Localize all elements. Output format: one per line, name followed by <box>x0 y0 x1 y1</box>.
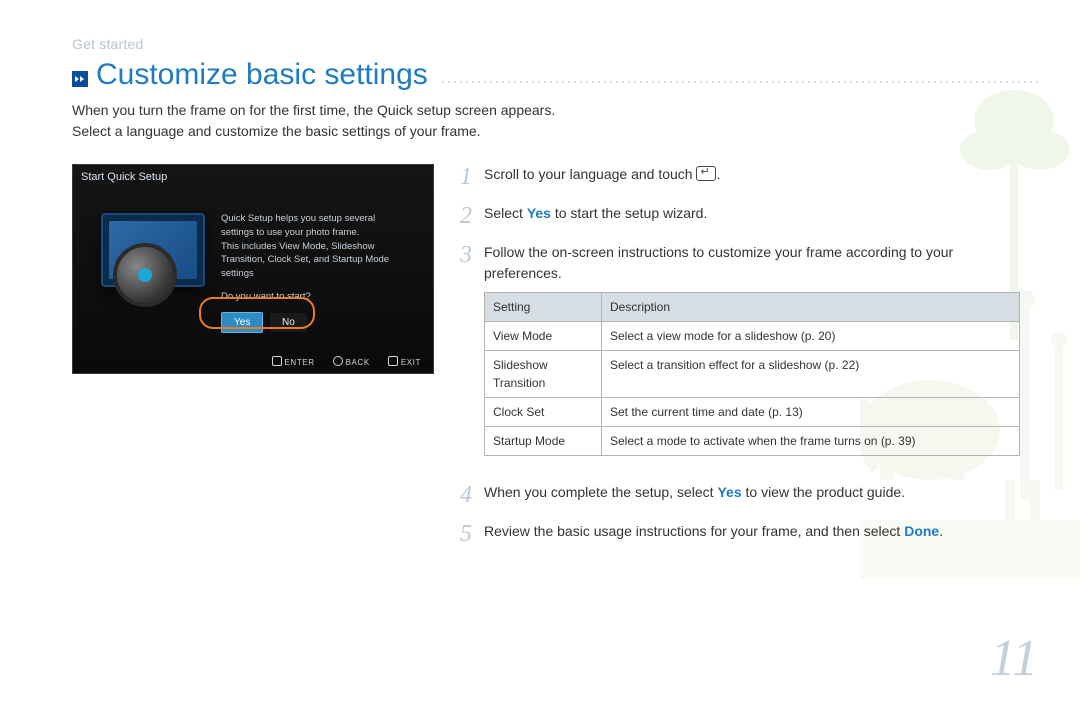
step-4: 4 When you complete the setup, select Ye… <box>460 482 1020 507</box>
intro-line-1: When you turn the frame on for the first… <box>72 102 555 118</box>
step-number: 4 <box>460 482 484 507</box>
yes-option: Yes <box>221 312 263 334</box>
screenshot-line: settings <box>221 268 389 281</box>
screenshot-footer: ENTER BACK EXIT <box>272 356 422 367</box>
step-text-post: . <box>939 523 943 539</box>
step-1: 1 Scroll to your language and touch . <box>460 164 1020 189</box>
table-row: View Mode Select a view mode for a slide… <box>485 322 1020 351</box>
screenshot-prompt: Do you want to start? <box>221 291 389 304</box>
step-3: 3 Follow the on-screen instructions to c… <box>460 242 1020 468</box>
enter-key-icon <box>272 356 282 366</box>
exit-key-icon <box>388 356 398 366</box>
cell-setting: Slideshow Transition <box>485 351 602 398</box>
step-text: Scroll to your language and touch <box>484 166 696 182</box>
step-5: 5 Review the basic usage instructions fo… <box>460 521 1020 546</box>
intro-line-2: Select a language and customize the basi… <box>72 123 481 139</box>
step-number: 1 <box>460 164 484 189</box>
screenshot-illustration <box>97 213 209 301</box>
screenshot-line: Quick Setup helps you setup several <box>221 213 389 226</box>
page-title-row: Customize basic settings <box>72 58 1040 92</box>
table-row: Clock Set Set the current time and date … <box>485 398 1020 427</box>
step-number: 5 <box>460 521 484 546</box>
back-key-icon <box>333 356 343 366</box>
step-text: Follow the on-screen instructions to cus… <box>484 244 953 281</box>
no-option: No <box>270 313 307 333</box>
screenshot-line: Transition, Clock Set, and Startup Mode <box>221 254 389 267</box>
settings-table: Setting Description View Mode Select a v… <box>484 292 1020 456</box>
step-number: 3 <box>460 242 484 468</box>
step-text: Select <box>484 205 527 221</box>
step-text-post: . <box>716 166 720 182</box>
step-text-post: to start the setup wizard. <box>551 205 707 221</box>
header-description: Description <box>602 293 1020 322</box>
steps-list: 1 Scroll to your language and touch . 2 … <box>460 164 1020 560</box>
screenshot-title: Start Quick Setup <box>81 171 167 183</box>
page-number: 11 <box>990 629 1038 688</box>
quick-setup-screenshot: Start Quick Setup Quick Setup helps you … <box>72 164 434 374</box>
step-number: 2 <box>460 203 484 228</box>
cell-setting: Clock Set <box>485 398 602 427</box>
section-bullet-icon <box>72 71 88 87</box>
footer-exit-label: EXIT <box>401 358 421 367</box>
yes-keyword: Yes <box>717 484 741 500</box>
step-text: When you complete the setup, select <box>484 484 717 500</box>
breadcrumb: Get started <box>72 36 1040 52</box>
cell-setting: Startup Mode <box>485 427 602 456</box>
done-keyword: Done <box>904 523 939 539</box>
footer-enter-label: ENTER <box>285 358 315 367</box>
screenshot-line: This includes View Mode, Slideshow <box>221 241 389 254</box>
step-2: 2 Select Yes to start the setup wizard. <box>460 203 1020 228</box>
title-dotted-rule <box>440 81 1040 83</box>
gear-icon <box>113 243 177 307</box>
intro-text: When you turn the frame on for the first… <box>72 100 792 142</box>
enter-icon <box>696 166 716 181</box>
table-row: Slideshow Transition Select a transition… <box>485 351 1020 398</box>
table-row: Startup Mode Select a mode to activate w… <box>485 427 1020 456</box>
step-text-post: to view the product guide. <box>742 484 905 500</box>
cell-desc: Set the current time and date (p. 13) <box>602 398 1020 427</box>
cell-desc: Select a mode to activate when the frame… <box>602 427 1020 456</box>
table-header-row: Setting Description <box>485 293 1020 322</box>
yes-keyword: Yes <box>527 205 551 221</box>
header-setting: Setting <box>485 293 602 322</box>
screenshot-body-text: Quick Setup helps you setup several sett… <box>221 213 389 333</box>
page-title: Customize basic settings <box>96 58 428 92</box>
cell-setting: View Mode <box>485 322 602 351</box>
step-text: Review the basic usage instructions for … <box>484 523 904 539</box>
cell-desc: Select a transition effect for a slidesh… <box>602 351 1020 398</box>
footer-back-label: BACK <box>346 358 370 367</box>
cell-desc: Select a view mode for a slideshow (p. 2… <box>602 322 1020 351</box>
screenshot-line: settings to use your photo frame. <box>221 227 389 240</box>
